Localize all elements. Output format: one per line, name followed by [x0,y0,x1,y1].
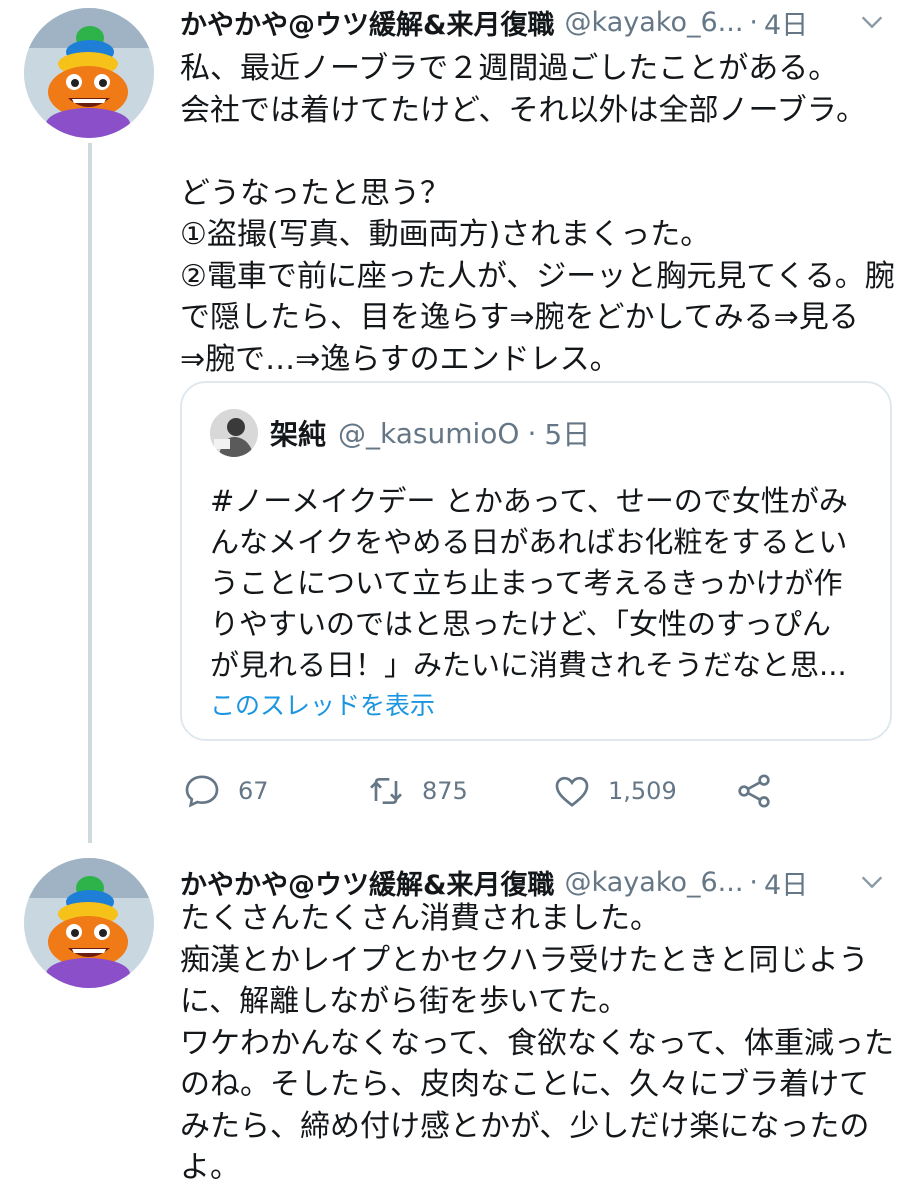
tweet[interactable]: かやかや@ウツ緩解&来月復職 @kayako_6... · 4日 私、最近ノーブ… [0,0,922,840]
chevron-down-icon[interactable] [858,8,886,36]
separator-dot: · [527,416,537,450]
rainbow-poop-avatar-icon [24,858,154,988]
quoted-avatar [210,409,258,457]
tweet-header: かやかや@ウツ緩解&来月復職 @kayako_6... · 4日 [180,0,808,44]
tweet-text-line: のね。そしたら、皮肉なことに、久々にブラ着けて [180,1067,870,1102]
tweet-text-line: 私、最近ノーブラで２週間過ごしたことがある。 [180,51,839,86]
separator-dot: · [749,6,758,38]
tweet-text-line: ⇒腕で…⇒逸らすのエンドレス。 [180,341,620,377]
tweet-text-line: 会社では着けてたけど、それ以外は全部ノーブラ。 [180,92,867,128]
tweet-actions: 67 875 1,509 [180,766,900,816]
tweet-text-line: みたら、締め付け感とかが、少しだけ楽になったの [180,1108,870,1144]
avatar[interactable] [24,8,154,138]
quoted-tweet[interactable]: 架純 @_kasumioO · 5日 #ノーメイクデー とかあって、せーので女性… [180,381,892,741]
display-name[interactable]: かやかや@ウツ緩解&来月復職 [180,863,555,902]
retweet-icon [370,778,402,804]
quoted-text-line: りやすいのではと思ったけど、「女性のすっぴん [210,607,831,641]
quoted-text-line: うことについて立ち止まって考えるきっかけが作 [210,566,843,600]
tweet-text: 私、最近ノーブラで２週間過ごしたことがある。 会社では着けてたけど、それ以外は全… [180,48,896,380]
quoted-avatar-photo-icon [210,409,258,457]
show-thread-link[interactable]: このスレッドを表示 [210,686,435,722]
tweet[interactable]: かやかや@ウツ緩解&来月復職 @kayako_6... · 4日 たくさんたくさ… [0,850,922,1200]
retweet-button[interactable]: 875 [366,766,468,816]
display-name[interactable]: かやかや@ウツ緩解&来月復職 [180,3,555,42]
tweet-text-line: ②電車で前に座った人が、ジーッと胸元見てくる。腕 [180,258,895,294]
tweet-text-line [180,131,896,173]
like-button[interactable]: 1,509 [552,766,677,816]
chevron-down-icon[interactable] [858,868,886,896]
tweet-text-line: よ。 [180,1150,240,1185]
quoted-tweet-text: #ノーメイクデー とかあって、せーので女性がみ んなメイクをやめる日があればお化… [210,481,880,686]
tweet-text-line: たくさんたくさん消費されました。 [180,901,660,936]
tweet-text-line: ワケわかんなくなって、食欲なくなって、体重減った [180,1025,894,1061]
share-button[interactable] [734,766,774,816]
quoted-text-line: #ノーメイクデー とかあって、せーので女性がみ [210,484,848,518]
heart-icon [555,776,589,807]
user-handle[interactable]: @kayako_6... [565,7,744,38]
timestamp[interactable]: 4日 [764,863,808,902]
tweet-text: たくさんたくさん消費されました。 痴漢とかレイプとかセクハラ受けたときと同じよう… [180,898,896,1189]
share-icon [738,774,770,808]
retweet-count: 875 [422,777,468,805]
separator-dot: · [749,866,758,898]
avatar[interactable] [24,858,154,988]
reply-count: 67 [238,777,269,805]
rainbow-poop-avatar-icon [24,8,154,138]
tweet-text-line: どうなったと思う？ [180,175,450,211]
quoted-tweet-header: 架純 @_kasumioO · 5日 [270,413,590,453]
quoted-text-line: んなメイクをやめる日があればお化粧をするとい [210,525,848,559]
tweet-text-line: で隠したら、目を逸らす⇒腕をどかしてみる⇒見る [180,300,859,335]
quoted-timestamp: 5日 [544,418,591,451]
reply-button[interactable]: 67 [182,766,269,816]
user-handle[interactable]: @kayako_6... [565,867,744,898]
tweet-text-line: ①盗撮(写真、動画両方)されまくった。 [180,217,711,252]
quoted-text-line: が見れる日！」みたいに消費されそうだなと思... [210,648,847,682]
tweet-text-line: 痴漢とかレイプとかセクハラ受けたときと同じよう [180,942,869,978]
quoted-handle: @_kasumioO [338,416,520,450]
reply-icon [185,775,219,808]
tweet-text-line: に、解離しながら街を歩いてた。 [180,984,629,1019]
timestamp[interactable]: 4日 [764,3,808,42]
quoted-display-name: 架純 [270,418,327,451]
like-count: 1,509 [608,777,677,805]
